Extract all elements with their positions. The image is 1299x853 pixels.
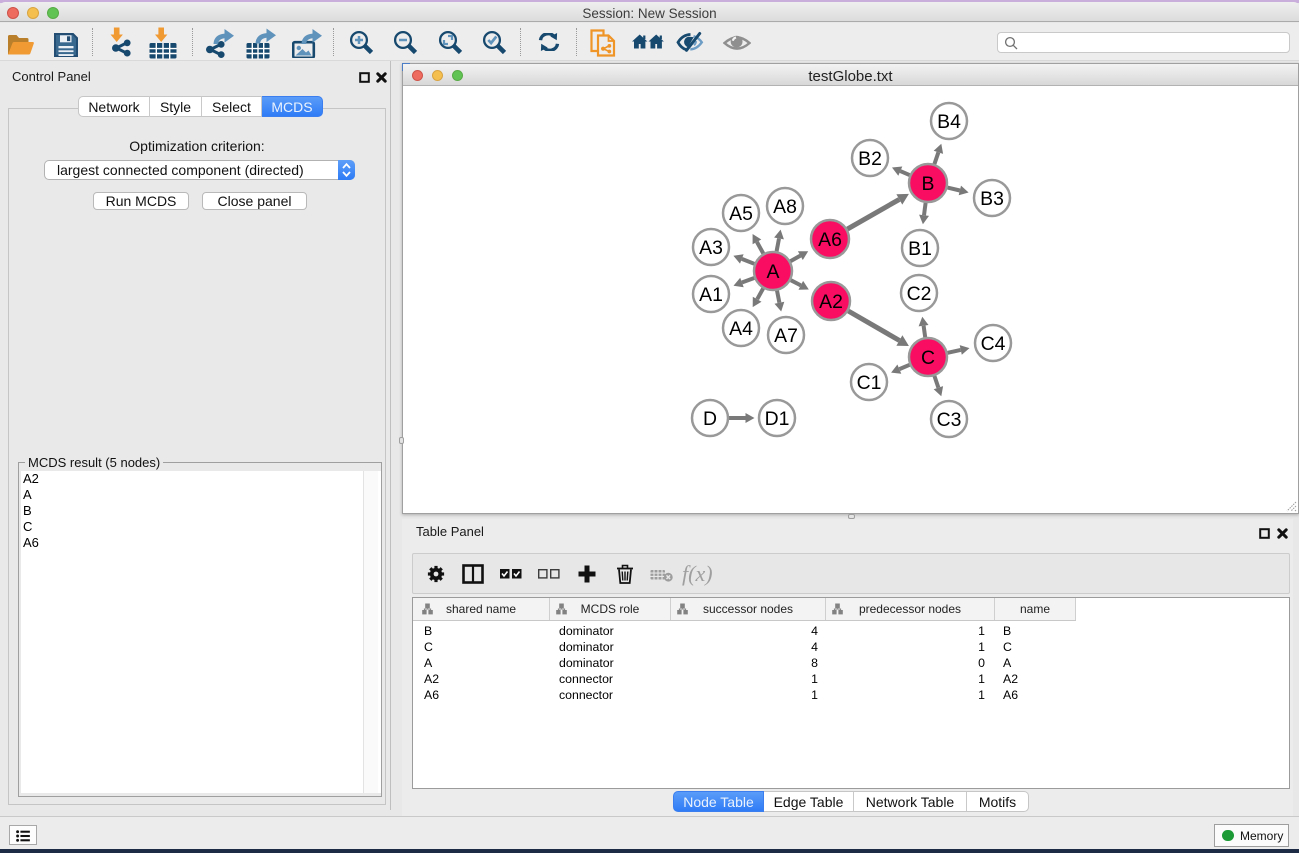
svg-text:A7: A7 [774, 325, 798, 347]
svg-text:B4: B4 [937, 111, 961, 133]
svg-text:D: D [703, 408, 717, 430]
svg-text:A2: A2 [819, 291, 843, 313]
svg-text:A6: A6 [818, 229, 842, 251]
svg-text:A: A [767, 261, 780, 283]
svg-text:A1: A1 [699, 284, 723, 306]
svg-text:C3: C3 [937, 409, 962, 431]
svg-text:A8: A8 [773, 196, 797, 218]
svg-text:B1: B1 [908, 238, 932, 260]
svg-text:A4: A4 [729, 318, 753, 340]
svg-text:C: C [921, 347, 935, 369]
svg-text:A5: A5 [729, 203, 753, 225]
svg-text:C2: C2 [907, 283, 932, 305]
svg-text:B2: B2 [858, 148, 882, 170]
svg-text:A3: A3 [699, 237, 723, 259]
svg-text:C4: C4 [981, 333, 1006, 355]
svg-text:D1: D1 [765, 408, 790, 430]
svg-text:B: B [922, 173, 935, 195]
svg-text:f(x): f(x) [682, 561, 713, 586]
svg-text:C1: C1 [857, 372, 882, 394]
svg-text:B3: B3 [980, 188, 1004, 210]
